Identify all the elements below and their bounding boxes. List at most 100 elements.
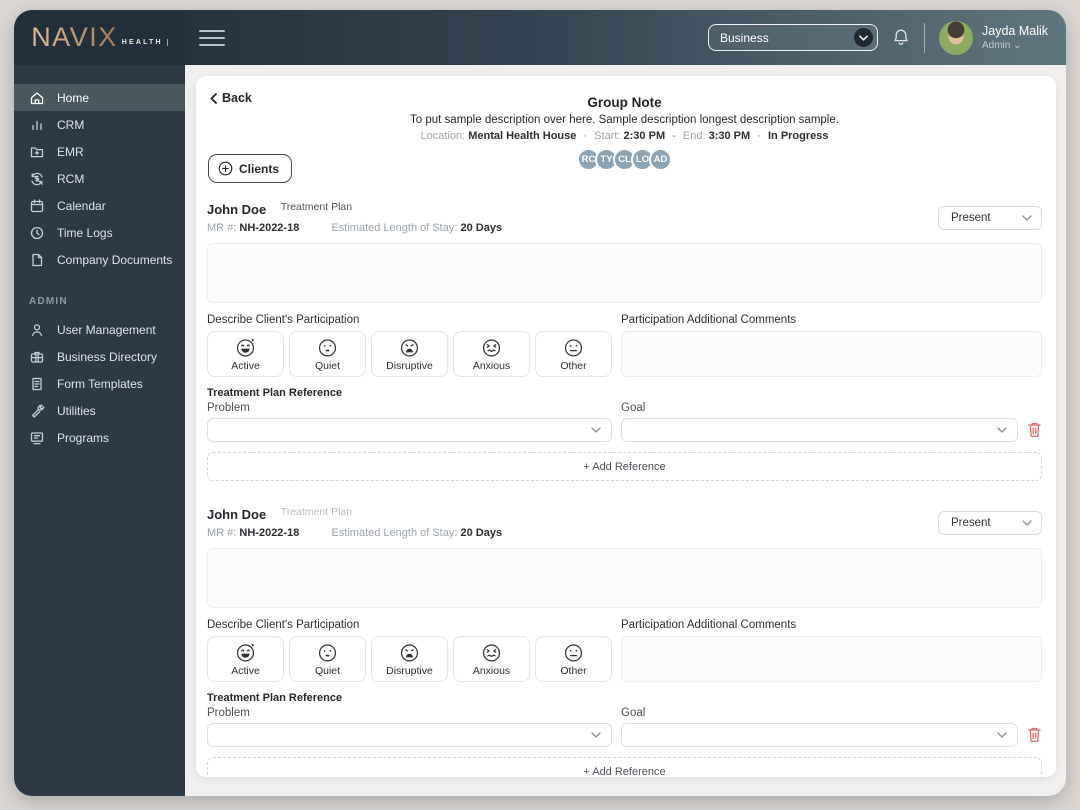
note-description: To put sample description over here. Sam… [410, 114, 839, 126]
participation-comments-textarea[interactable] [621, 331, 1042, 377]
participation-other-button[interactable]: Other [535, 331, 612, 377]
participation-quiet-button[interactable]: Quiet [289, 636, 366, 682]
sidebar-item-company-documents[interactable]: Company Documents [14, 246, 185, 273]
group-note-card: Back Group Note To put sample descriptio… [196, 76, 1056, 777]
active-emoji-icon [236, 643, 255, 662]
sidebar-item-programs[interactable]: Programs [14, 424, 185, 451]
sidebar-item-form-templates[interactable]: Form Templates [14, 370, 185, 397]
delete-reference-button[interactable] [1027, 421, 1042, 442]
back-button[interactable]: Back [210, 91, 252, 105]
menu-toggle-icon[interactable] [199, 29, 225, 46]
refresh-dollar-icon [31, 172, 43, 185]
bar-chart-icon [32, 120, 42, 130]
business-selector[interactable]: Business [708, 24, 878, 51]
sidebar-item-calendar[interactable]: Calendar [14, 192, 185, 219]
participation-label: Describe Client's Participation [207, 619, 360, 631]
plus-circle-icon [218, 161, 233, 176]
client-section: John Doe Treatment Plan MR #: NH-2022-18… [207, 506, 1042, 777]
treatment-plan-reference-heading: Treatment Plan Reference [207, 387, 343, 399]
chevron-down-icon [1022, 215, 1032, 221]
brand-logo: NAVIX HEALTH [14, 10, 185, 65]
sidebar-item-user-management[interactable]: User Management [14, 316, 185, 343]
top-strip: NAVIX HEALTH Business Jayda Malik Admin … [14, 10, 1066, 65]
sidebar-item-emr[interactable]: EMR [14, 138, 185, 165]
mr-number: NH-2022-18 [239, 222, 300, 234]
group-note-textarea[interactable] [207, 548, 1042, 608]
attendance-select[interactable]: Present [938, 511, 1042, 535]
goal-select[interactable] [621, 723, 1018, 747]
chevron-down-icon [997, 732, 1007, 738]
chevron-down-icon [1022, 520, 1032, 526]
status-badge: In Progress [767, 130, 829, 142]
anxious-emoji-icon [482, 644, 501, 662]
sidebar-item-time-logs[interactable]: Time Logs [14, 219, 185, 246]
goal-label: Goal [621, 707, 646, 719]
user-role: Admin ⌄ [982, 40, 1022, 51]
goal-select[interactable] [621, 418, 1018, 442]
form-icon [32, 377, 42, 390]
disruptive-emoji-icon [400, 644, 419, 662]
client-name: John Doe [207, 507, 267, 522]
sidebar-item-crm[interactable]: CRM [14, 111, 185, 138]
length-of-stay: 20 Days [460, 222, 503, 234]
note-location: Mental Health House [468, 130, 577, 142]
mr-number: NH-2022-18 [239, 527, 300, 539]
topbar-divider [924, 22, 925, 53]
participation-anxious-button[interactable]: Anxious [453, 331, 530, 377]
participation-active-button[interactable]: Active [207, 636, 284, 682]
add-reference-button[interactable]: + Add Reference [207, 452, 1042, 481]
user-icon [31, 323, 43, 336]
treatment-plan-reference-heading: Treatment Plan Reference [207, 692, 343, 704]
attendance-select[interactable]: Present [938, 206, 1042, 230]
active-emoji-icon [236, 338, 255, 357]
goal-label: Goal [621, 402, 646, 414]
treatment-plan-tag: Treatment Plan [280, 201, 353, 213]
sidebar-item-business-directory[interactable]: Business Directory [14, 343, 185, 370]
note-end-time: 3:30 PM [708, 130, 751, 142]
add-clients-button[interactable]: Clients [208, 154, 293, 183]
participation-active-button[interactable]: Active [207, 331, 284, 377]
sidebar-admin-heading: ADMIN [29, 296, 68, 307]
chevron-down-icon [591, 427, 601, 433]
attendee-avatar[interactable]: AD [649, 148, 672, 171]
main-content: Back Group Note To put sample descriptio… [185, 65, 1066, 796]
participation-anxious-button[interactable]: Anxious [453, 636, 530, 682]
chevron-down-icon [591, 732, 601, 738]
sidebar-item-home[interactable]: Home [14, 84, 185, 111]
calendar-icon [30, 198, 44, 212]
user-menu[interactable]: Jayda Malik Admin ⌄ [939, 20, 1048, 55]
wrench-icon [31, 404, 45, 418]
brand-name: NAVIX [31, 22, 118, 52]
sidebar-item-utilities[interactable]: Utilities [14, 397, 185, 424]
note-start-time: 2:30 PM [623, 130, 666, 142]
notifications-bell-icon[interactable] [892, 28, 910, 47]
quiet-emoji-icon [318, 644, 337, 662]
participation-quiet-button[interactable]: Quiet [289, 331, 366, 377]
participation-comments-textarea[interactable] [621, 636, 1042, 682]
delete-reference-button[interactable] [1027, 726, 1042, 747]
clock-icon [30, 226, 44, 239]
problem-select[interactable] [207, 723, 612, 747]
note-header: Group Note To put sample description ove… [207, 89, 1042, 171]
note-meta: Location: Mental Health House · Start: 2… [420, 130, 829, 142]
participation-other-button[interactable]: Other [535, 636, 612, 682]
sidebar-item-rcm[interactable]: RCM [14, 165, 185, 192]
app-window: NAVIX HEALTH Business Jayda Malik Admin … [14, 10, 1066, 796]
problem-select[interactable] [207, 418, 612, 442]
client-meta: MR #: NH-2022-18 Estimated Length of Sta… [207, 527, 503, 539]
anxious-emoji-icon [482, 339, 501, 357]
group-note-textarea[interactable] [207, 243, 1042, 303]
participation-disruptive-button[interactable]: Disruptive [371, 636, 448, 682]
treatment-plan-tag: Treatment Plan [280, 506, 353, 518]
add-reference-button[interactable]: + Add Reference [207, 757, 1042, 777]
monitor-icon [30, 431, 44, 444]
disruptive-emoji-icon [400, 339, 419, 357]
folder-plus-icon [30, 146, 44, 157]
participation-label: Describe Client's Participation [207, 314, 360, 326]
business-selector-value: Business [720, 30, 769, 45]
other-emoji-icon [564, 644, 583, 662]
briefcase-icon [30, 351, 44, 363]
participation-disruptive-button[interactable]: Disruptive [371, 331, 448, 377]
sidebar: Home CRM EMR RCM Calendar Time Logs Comp… [14, 65, 185, 796]
quiet-emoji-icon [318, 339, 337, 357]
